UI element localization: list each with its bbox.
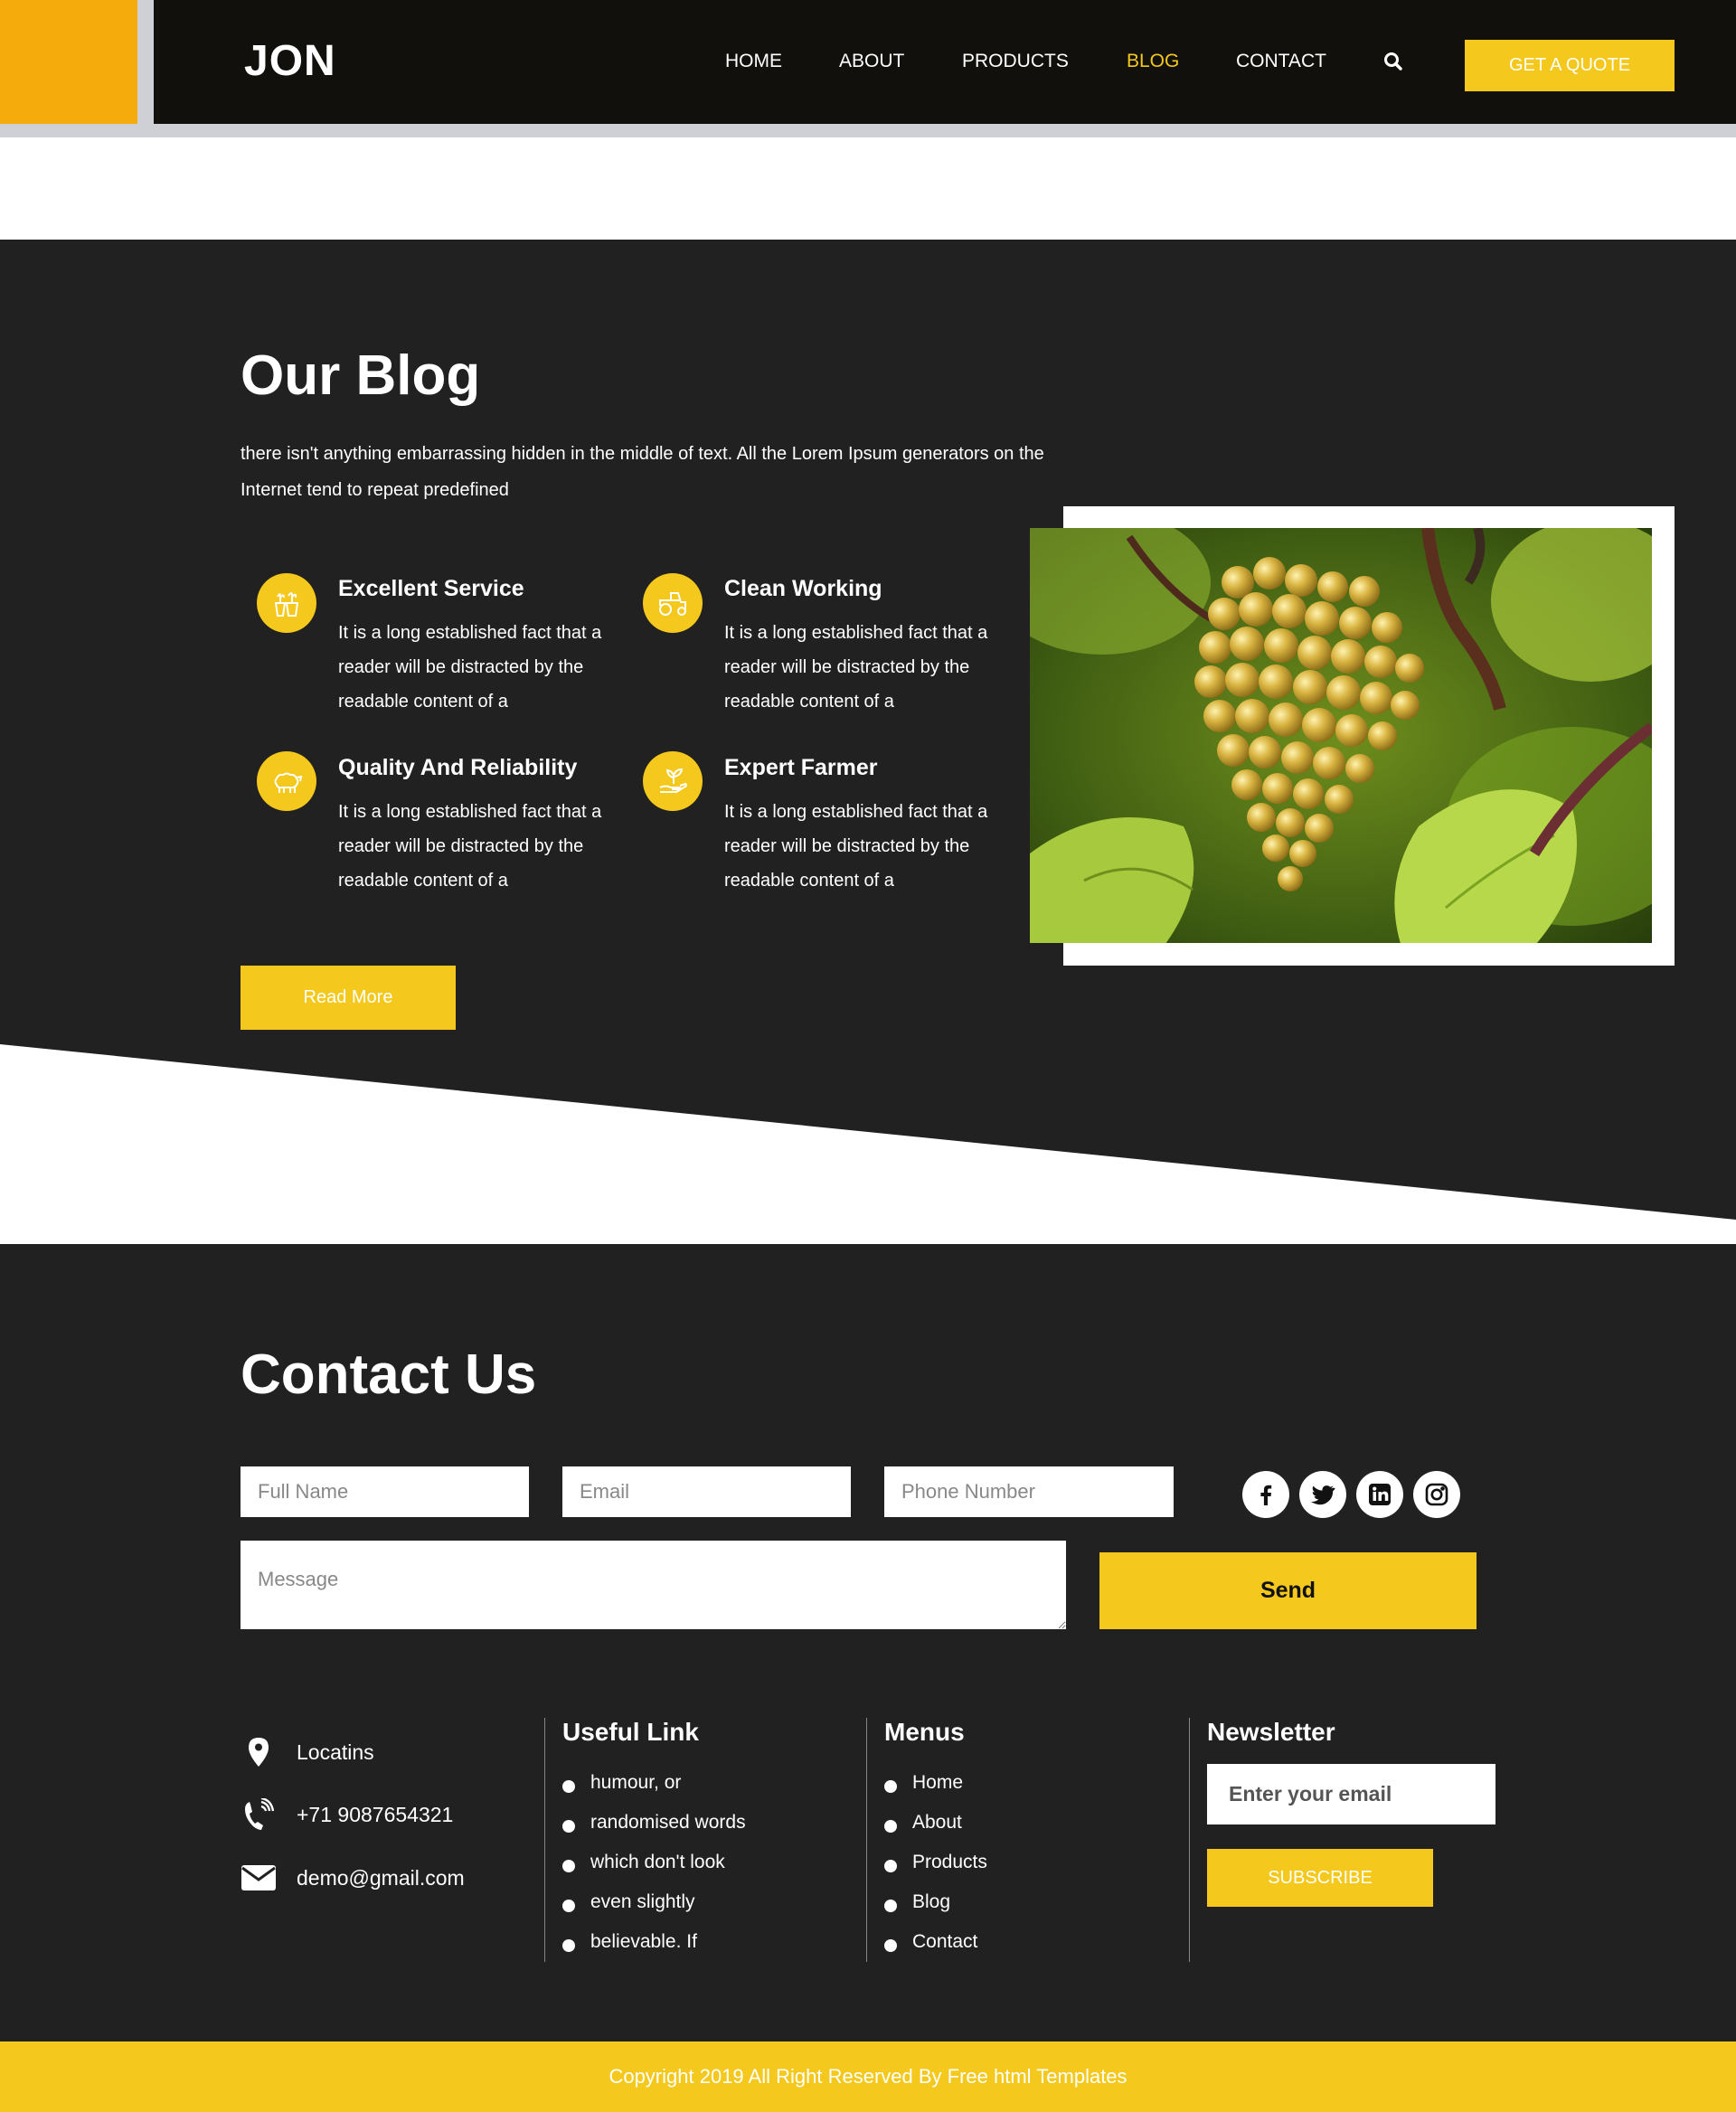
blog-slant-divider — [0, 1044, 1736, 1244]
get-a-quote-button[interactable]: GET A QUOTE — [1465, 40, 1675, 91]
tractor-icon — [643, 573, 703, 633]
newsletter-email-input[interactable] — [1207, 1764, 1495, 1824]
copyright-footer: Copyright 2019 All Right Reserved By Fre… — [0, 2041, 1736, 2112]
read-more-button[interactable]: Read More — [241, 966, 456, 1030]
useful-link-item[interactable]: believable. If — [562, 1922, 746, 1962]
subscribe-button[interactable]: SUBSCRIBE — [1207, 1849, 1433, 1907]
column-divider — [866, 1718, 867, 1962]
feature-title: Excellent Service — [338, 576, 524, 601]
useful-link-list: humour, or randomised words which don't … — [562, 1763, 746, 1962]
message-field[interactable] — [241, 1541, 1066, 1629]
feature-title: Quality And Reliability — [338, 755, 578, 780]
plant-pots-icon — [257, 573, 316, 633]
hand-plant-icon — [643, 751, 703, 811]
site-logo[interactable]: JON — [244, 36, 336, 86]
phone-row: +71 9087654321 — [241, 1796, 453, 1833]
header-accent-block — [0, 0, 137, 124]
email-row: demo@gmail.com — [241, 1860, 465, 1896]
location-text: Locatins — [297, 1740, 374, 1764]
nav-blog[interactable]: BLOG — [1127, 51, 1179, 72]
phone-number-field[interactable] — [884, 1466, 1174, 1517]
email-field[interactable] — [562, 1466, 851, 1517]
column-divider — [1189, 1718, 1190, 1962]
phone-icon — [241, 1796, 277, 1833]
feature-text: It is a long established fact that a rea… — [724, 623, 988, 712]
grapes-image — [1030, 528, 1652, 943]
useful-link-title: Useful Link — [562, 1718, 699, 1746]
email-text[interactable]: demo@gmail.com — [297, 1866, 465, 1890]
useful-link-item[interactable]: randomised words — [562, 1803, 746, 1843]
useful-link-item[interactable]: humour, or — [562, 1763, 746, 1803]
phone-text[interactable]: +71 9087654321 — [297, 1803, 453, 1827]
menu-item-about[interactable]: About — [884, 1803, 987, 1843]
feature-title: Expert Farmer — [724, 755, 878, 780]
search-icon[interactable] — [1383, 52, 1403, 71]
menus-list: Home About Products Blog Contact — [884, 1763, 987, 1962]
blog-description: there isn't anything embarrassing hidden… — [241, 444, 1044, 500]
feature-text: It is a long established fact that a rea… — [338, 623, 602, 712]
menu-item-contact[interactable]: Contact — [884, 1922, 987, 1962]
menu-item-home[interactable]: Home — [884, 1763, 987, 1803]
contact-title: Contact Us — [241, 1344, 537, 1406]
send-button[interactable]: Send — [1099, 1552, 1477, 1629]
nav-about[interactable]: ABOUT — [839, 51, 904, 72]
sheep-icon — [257, 751, 316, 811]
map-pin-icon — [241, 1734, 277, 1770]
menu-item-products[interactable]: Products — [884, 1843, 987, 1882]
instagram-icon[interactable] — [1413, 1471, 1460, 1518]
useful-link-item[interactable]: even slightly — [562, 1882, 746, 1922]
feature-text: It is a long established fact that a rea… — [338, 802, 602, 891]
copyright-text: Copyright 2019 All Right Reserved By Fre… — [609, 2065, 1127, 2088]
useful-link-item[interactable]: which don't look — [562, 1843, 746, 1882]
envelope-icon — [241, 1860, 277, 1896]
nav-contact[interactable]: CONTACT — [1236, 51, 1326, 72]
feature-title: Clean Working — [724, 576, 882, 601]
blog-title: Our Blog — [241, 344, 481, 407]
twitter-icon[interactable] — [1299, 1471, 1346, 1518]
location-row: Locatins — [241, 1734, 374, 1770]
menu-item-blog[interactable]: Blog — [884, 1882, 987, 1922]
nav-products[interactable]: PRODUCTS — [962, 51, 1069, 72]
full-name-field[interactable] — [241, 1466, 529, 1517]
menus-title: Menus — [884, 1718, 965, 1746]
nav-home[interactable]: HOME — [725, 51, 782, 72]
linkedin-icon[interactable] — [1356, 1471, 1403, 1518]
newsletter-title: Newsletter — [1207, 1718, 1335, 1746]
facebook-icon[interactable] — [1242, 1471, 1289, 1518]
column-divider — [544, 1718, 545, 1962]
feature-text: It is a long established fact that a rea… — [724, 802, 988, 891]
